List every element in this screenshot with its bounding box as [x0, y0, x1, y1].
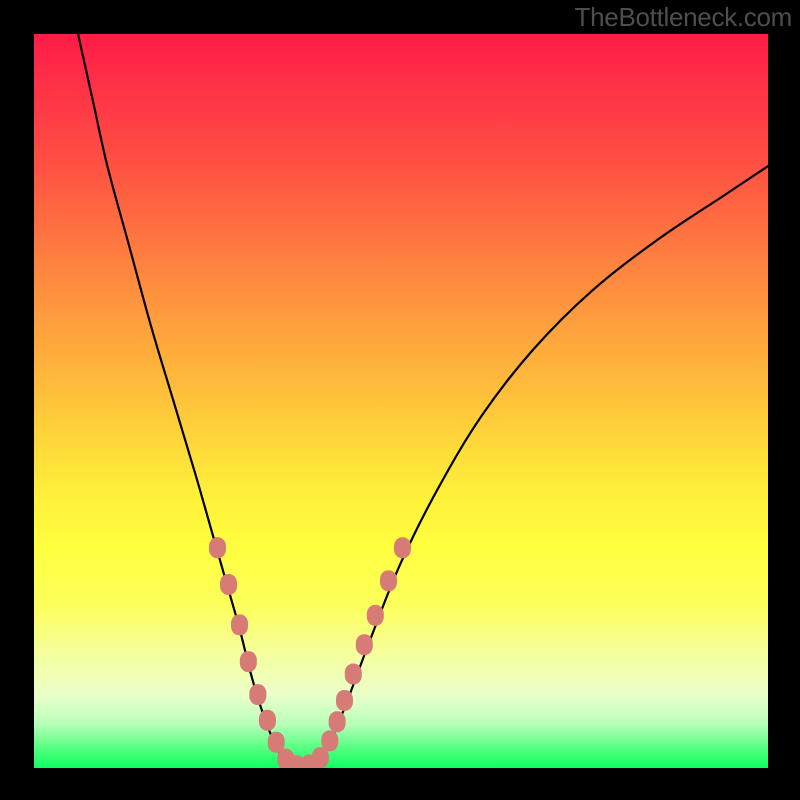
- chart-container: TheBottleneck.com: [0, 0, 800, 800]
- bottleneck-curve: [78, 34, 768, 766]
- curve-marker: [329, 711, 346, 732]
- curve-marker: [336, 690, 353, 711]
- curve-marker: [321, 730, 338, 751]
- curve-marker: [394, 537, 411, 558]
- curve-marker: [231, 614, 248, 635]
- curve-marker: [240, 651, 257, 672]
- curve-marker: [367, 605, 384, 626]
- chart-svg: [34, 34, 768, 768]
- plot-area: [34, 34, 768, 768]
- curve-marker: [356, 634, 373, 655]
- watermark-text: TheBottleneck.com: [575, 2, 792, 33]
- curve-marker: [259, 710, 276, 731]
- curve-marker: [249, 684, 266, 705]
- bottleneck-curve-path: [78, 34, 768, 766]
- curve-marker: [220, 574, 237, 595]
- curve-markers: [209, 537, 411, 768]
- curve-marker: [209, 537, 226, 558]
- curve-marker: [380, 570, 397, 591]
- curve-marker: [345, 664, 362, 685]
